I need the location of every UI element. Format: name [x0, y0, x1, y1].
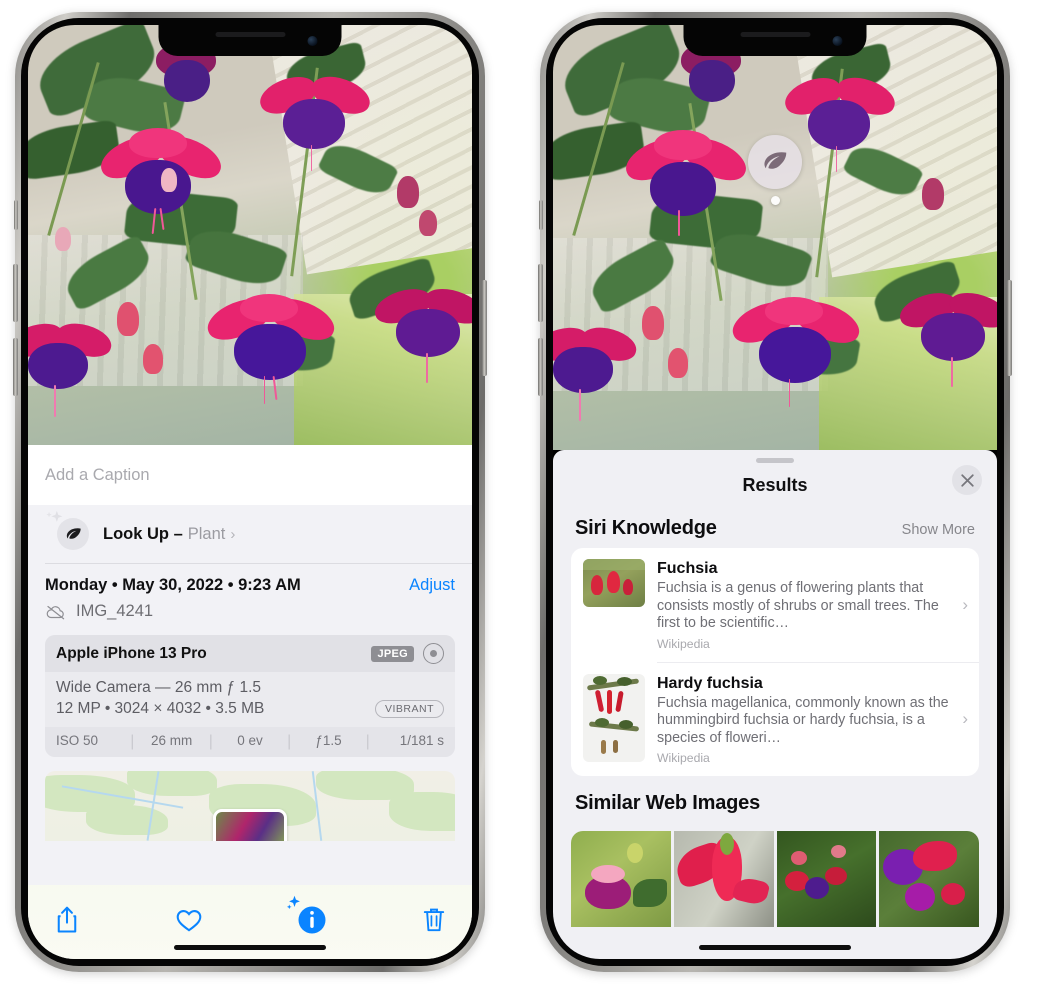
visual-lookup-leaf-badge[interactable]: [748, 134, 802, 205]
raw-circle-icon: [423, 643, 444, 664]
exif-focal: 26 mm: [150, 733, 193, 748]
volume-down-button[interactable]: [538, 338, 543, 396]
photo-fuchsia-right[interactable]: [553, 25, 997, 450]
photo-location-pin[interactable]: [213, 809, 287, 841]
earpiece-speaker: [740, 32, 810, 37]
location-map-card[interactable]: [45, 771, 455, 841]
camera-card-header: Apple iPhone 13 Pro JPEG: [45, 635, 455, 672]
leaf-icon: [764, 151, 787, 169]
chevron-right-icon: ›: [962, 594, 968, 614]
exif-shutter: 1/181 s: [399, 733, 445, 748]
knowledge-title: Fuchsia: [657, 560, 718, 577]
screen-left: Add a Caption Look Up – Plant › Monday •…: [28, 25, 472, 959]
caption-input[interactable]: Add a Caption: [45, 466, 150, 485]
info-sparkle-icon[interactable]: [287, 895, 327, 940]
camera-device-name: Apple iPhone 13 Pro: [56, 644, 207, 662]
front-camera-icon: [307, 36, 318, 46]
power-button[interactable]: [1007, 280, 1012, 376]
earpiece-speaker: [215, 32, 285, 37]
knowledge-thumbnail: [583, 559, 645, 607]
share-icon[interactable]: [54, 905, 80, 940]
results-sheet: Results Siri Knowledge Show More Fuchsia…: [553, 450, 997, 959]
volume-down-button[interactable]: [13, 338, 18, 396]
similar-image-1[interactable]: [571, 831, 671, 927]
leaf-icon: [46, 510, 89, 550]
home-indicator[interactable]: [699, 945, 851, 950]
photo-date: Monday • May 30, 2022 • 9:23 AM: [45, 576, 301, 594]
knowledge-description: Fuchsia magellanica, commonly known as t…: [657, 694, 949, 746]
exif-aperture: ƒ1.5: [315, 733, 342, 748]
volume-up-button[interactable]: [13, 264, 18, 322]
notch: [158, 25, 342, 56]
heart-icon[interactable]: [175, 907, 203, 938]
knowledge-row-hardy-fuchsia[interactable]: Hardy fuchsia Fuchsia magellanica, commo…: [571, 663, 979, 777]
exif-ev: 0 ev: [237, 733, 263, 748]
similar-web-images-heading: Similar Web Images: [575, 792, 760, 814]
knowledge-title: Hardy fuchsia: [657, 674, 763, 692]
similar-image-2[interactable]: [673, 831, 774, 927]
format-badge: JPEG: [371, 645, 414, 662]
photo-info-sheet: Add a Caption Look Up – Plant › Monday •…: [28, 445, 472, 959]
chevron-right-icon: ›: [230, 525, 236, 543]
show-more-button[interactable]: Show More: [902, 522, 975, 538]
camera-lens-line: Wide Camera — 26 mm ƒ 1.5: [56, 679, 262, 696]
silent-switch[interactable]: [539, 200, 543, 230]
photo-metadata: Monday • May 30, 2022 • 9:23 AM Adjust I…: [28, 564, 472, 621]
exif-iso: ISO 50: [56, 733, 99, 748]
lookup-anchor-dot: [770, 195, 780, 205]
camera-info-card[interactable]: Apple iPhone 13 Pro JPEG Wide Camera — 2…: [45, 635, 455, 757]
knowledge-source: Wikipedia: [657, 636, 710, 651]
camera-card-body: Wide Camera — 26 mm ƒ 1.5 12 MP • 3024 ×…: [45, 672, 455, 727]
screen-right: Results Siri Knowledge Show More Fuchsia…: [553, 25, 997, 959]
trash-icon[interactable]: [422, 905, 446, 940]
silent-switch[interactable]: [14, 200, 18, 230]
chevron-right-icon: ›: [962, 709, 968, 729]
siri-knowledge-heading: Siri Knowledge: [575, 517, 717, 539]
screenshot-root: Add a Caption Look Up – Plant › Monday •…: [0, 0, 1055, 985]
notch: [683, 25, 867, 56]
knowledge-row-fuchsia[interactable]: Fuchsia Fuchsia is a genus of flowering …: [571, 548, 979, 662]
look-up-row[interactable]: Look Up – Plant ›: [28, 505, 472, 563]
exif-row: ISO 50 | 26 mm | 0 ev | ƒ1.5 | 1/181 s: [45, 727, 455, 757]
power-button[interactable]: [482, 280, 487, 376]
front-camera-icon: [832, 36, 843, 46]
similar-image-3[interactable]: [776, 831, 877, 927]
results-title: Results: [742, 474, 808, 495]
photographic-style-badge: VIBRANT: [374, 700, 444, 718]
knowledge-source: Wikipedia: [657, 751, 710, 765]
close-icon[interactable]: [952, 465, 982, 495]
camera-specs-line: 12 MP • 3024 × 4032 • 3.5 MB: [56, 700, 265, 717]
leaf-glyph: [66, 527, 81, 539]
siri-knowledge-card: Fuchsia Fuchsia is a genus of flowering …: [571, 548, 979, 776]
results-header: Results: [553, 463, 997, 507]
knowledge-thumbnail: [583, 673, 645, 762]
similar-web-images-header: Similar Web Images: [553, 776, 997, 823]
look-up-title: Look Up –: [103, 524, 183, 543]
photo-fuchsia-left[interactable]: [28, 25, 472, 445]
knowledge-description: Fuchsia is a genus of flowering plants t…: [657, 580, 939, 631]
adjust-button[interactable]: Adjust: [409, 576, 455, 595]
similar-image-4[interactable]: [879, 831, 979, 927]
siri-knowledge-header: Siri Knowledge Show More: [553, 507, 997, 548]
similar-web-images-grid: [571, 831, 979, 927]
volume-up-button[interactable]: [538, 264, 543, 322]
iphone-right: Results Siri Knowledge Show More Fuchsia…: [538, 12, 1012, 972]
home-indicator[interactable]: [174, 945, 326, 950]
photo-filename: IMG_4241: [76, 602, 154, 620]
sparkle-icon: [46, 510, 63, 522]
caption-row[interactable]: Add a Caption: [28, 445, 472, 505]
iphone-left: Add a Caption Look Up – Plant › Monday •…: [13, 12, 487, 972]
cloud-slash-icon: [46, 605, 65, 619]
look-up-subject: Plant: [187, 524, 226, 543]
